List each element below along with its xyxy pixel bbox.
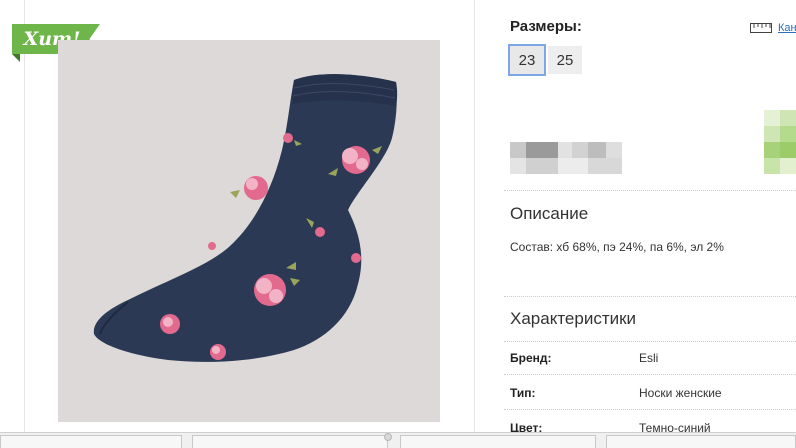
rose-2 xyxy=(230,176,268,200)
divider xyxy=(504,374,796,375)
bud-3 xyxy=(351,253,361,263)
promo-widget[interactable] xyxy=(764,110,796,174)
size-chart-label[interactable]: Кан xyxy=(778,22,796,34)
bottom-panel xyxy=(0,432,796,448)
description-text: Состав: хб 68%, пэ 24%, па 6%, эл 2% xyxy=(510,240,724,254)
size-chart-link[interactable]: Кан xyxy=(750,22,796,34)
badge-fold xyxy=(12,54,20,62)
ruler-icon xyxy=(750,23,772,33)
scroll-handle[interactable] xyxy=(384,433,392,441)
characteristic-label: Тип: xyxy=(510,386,536,400)
sock-illustration xyxy=(93,74,398,362)
characteristic-label: Бренд: xyxy=(510,351,552,365)
characteristic-value: Носки женские xyxy=(639,386,722,400)
divider xyxy=(504,341,796,342)
divider xyxy=(504,190,796,191)
size-option-23[interactable]: 23 xyxy=(508,44,546,76)
divider xyxy=(504,296,796,297)
description-title: Описание xyxy=(510,204,589,223)
bud-4 xyxy=(208,242,216,250)
bottom-tab[interactable] xyxy=(192,435,388,448)
characteristic-value: Esli xyxy=(639,351,659,365)
product-page: Хит! Размеры: Кан 23 25 Описание Состав:… xyxy=(0,0,796,448)
product-image[interactable] xyxy=(58,40,440,422)
rose-5 xyxy=(210,344,226,360)
bottom-tab[interactable] xyxy=(606,435,796,448)
divider xyxy=(504,409,796,410)
rose-4 xyxy=(160,314,180,334)
price-placeholder xyxy=(510,142,622,174)
size-option-25[interactable]: 25 xyxy=(548,46,582,74)
bottom-tab[interactable] xyxy=(400,435,596,448)
sizes-title: Размеры: xyxy=(510,18,582,35)
product-details: Размеры: Кан 23 25 Описание Состав: хб 6… xyxy=(476,0,796,448)
characteristics-title: Характеристики xyxy=(510,309,637,328)
bottom-tab[interactable] xyxy=(0,435,182,448)
